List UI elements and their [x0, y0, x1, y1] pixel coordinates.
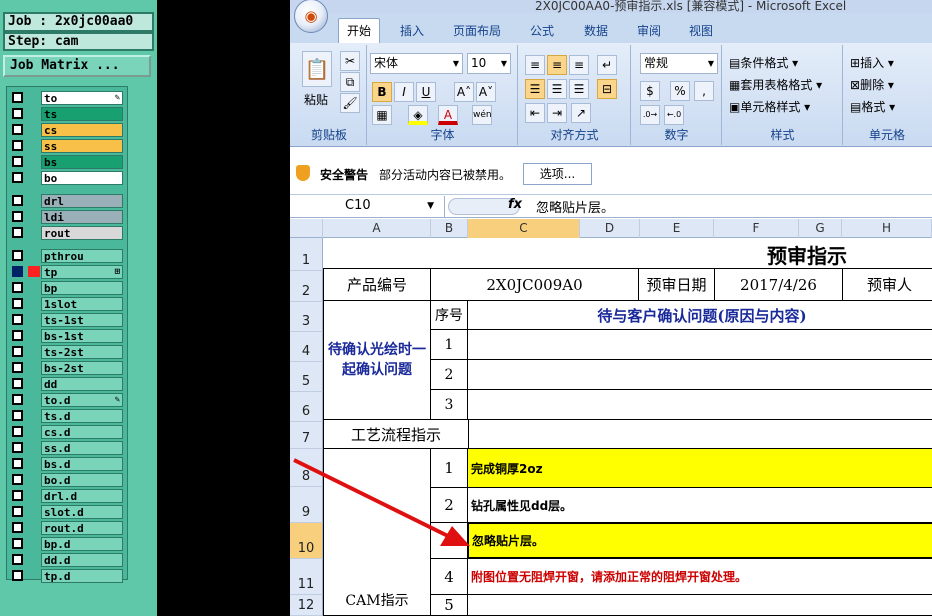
annotation-arrow: [293, 458, 470, 546]
arrow-line: [293, 458, 453, 540]
